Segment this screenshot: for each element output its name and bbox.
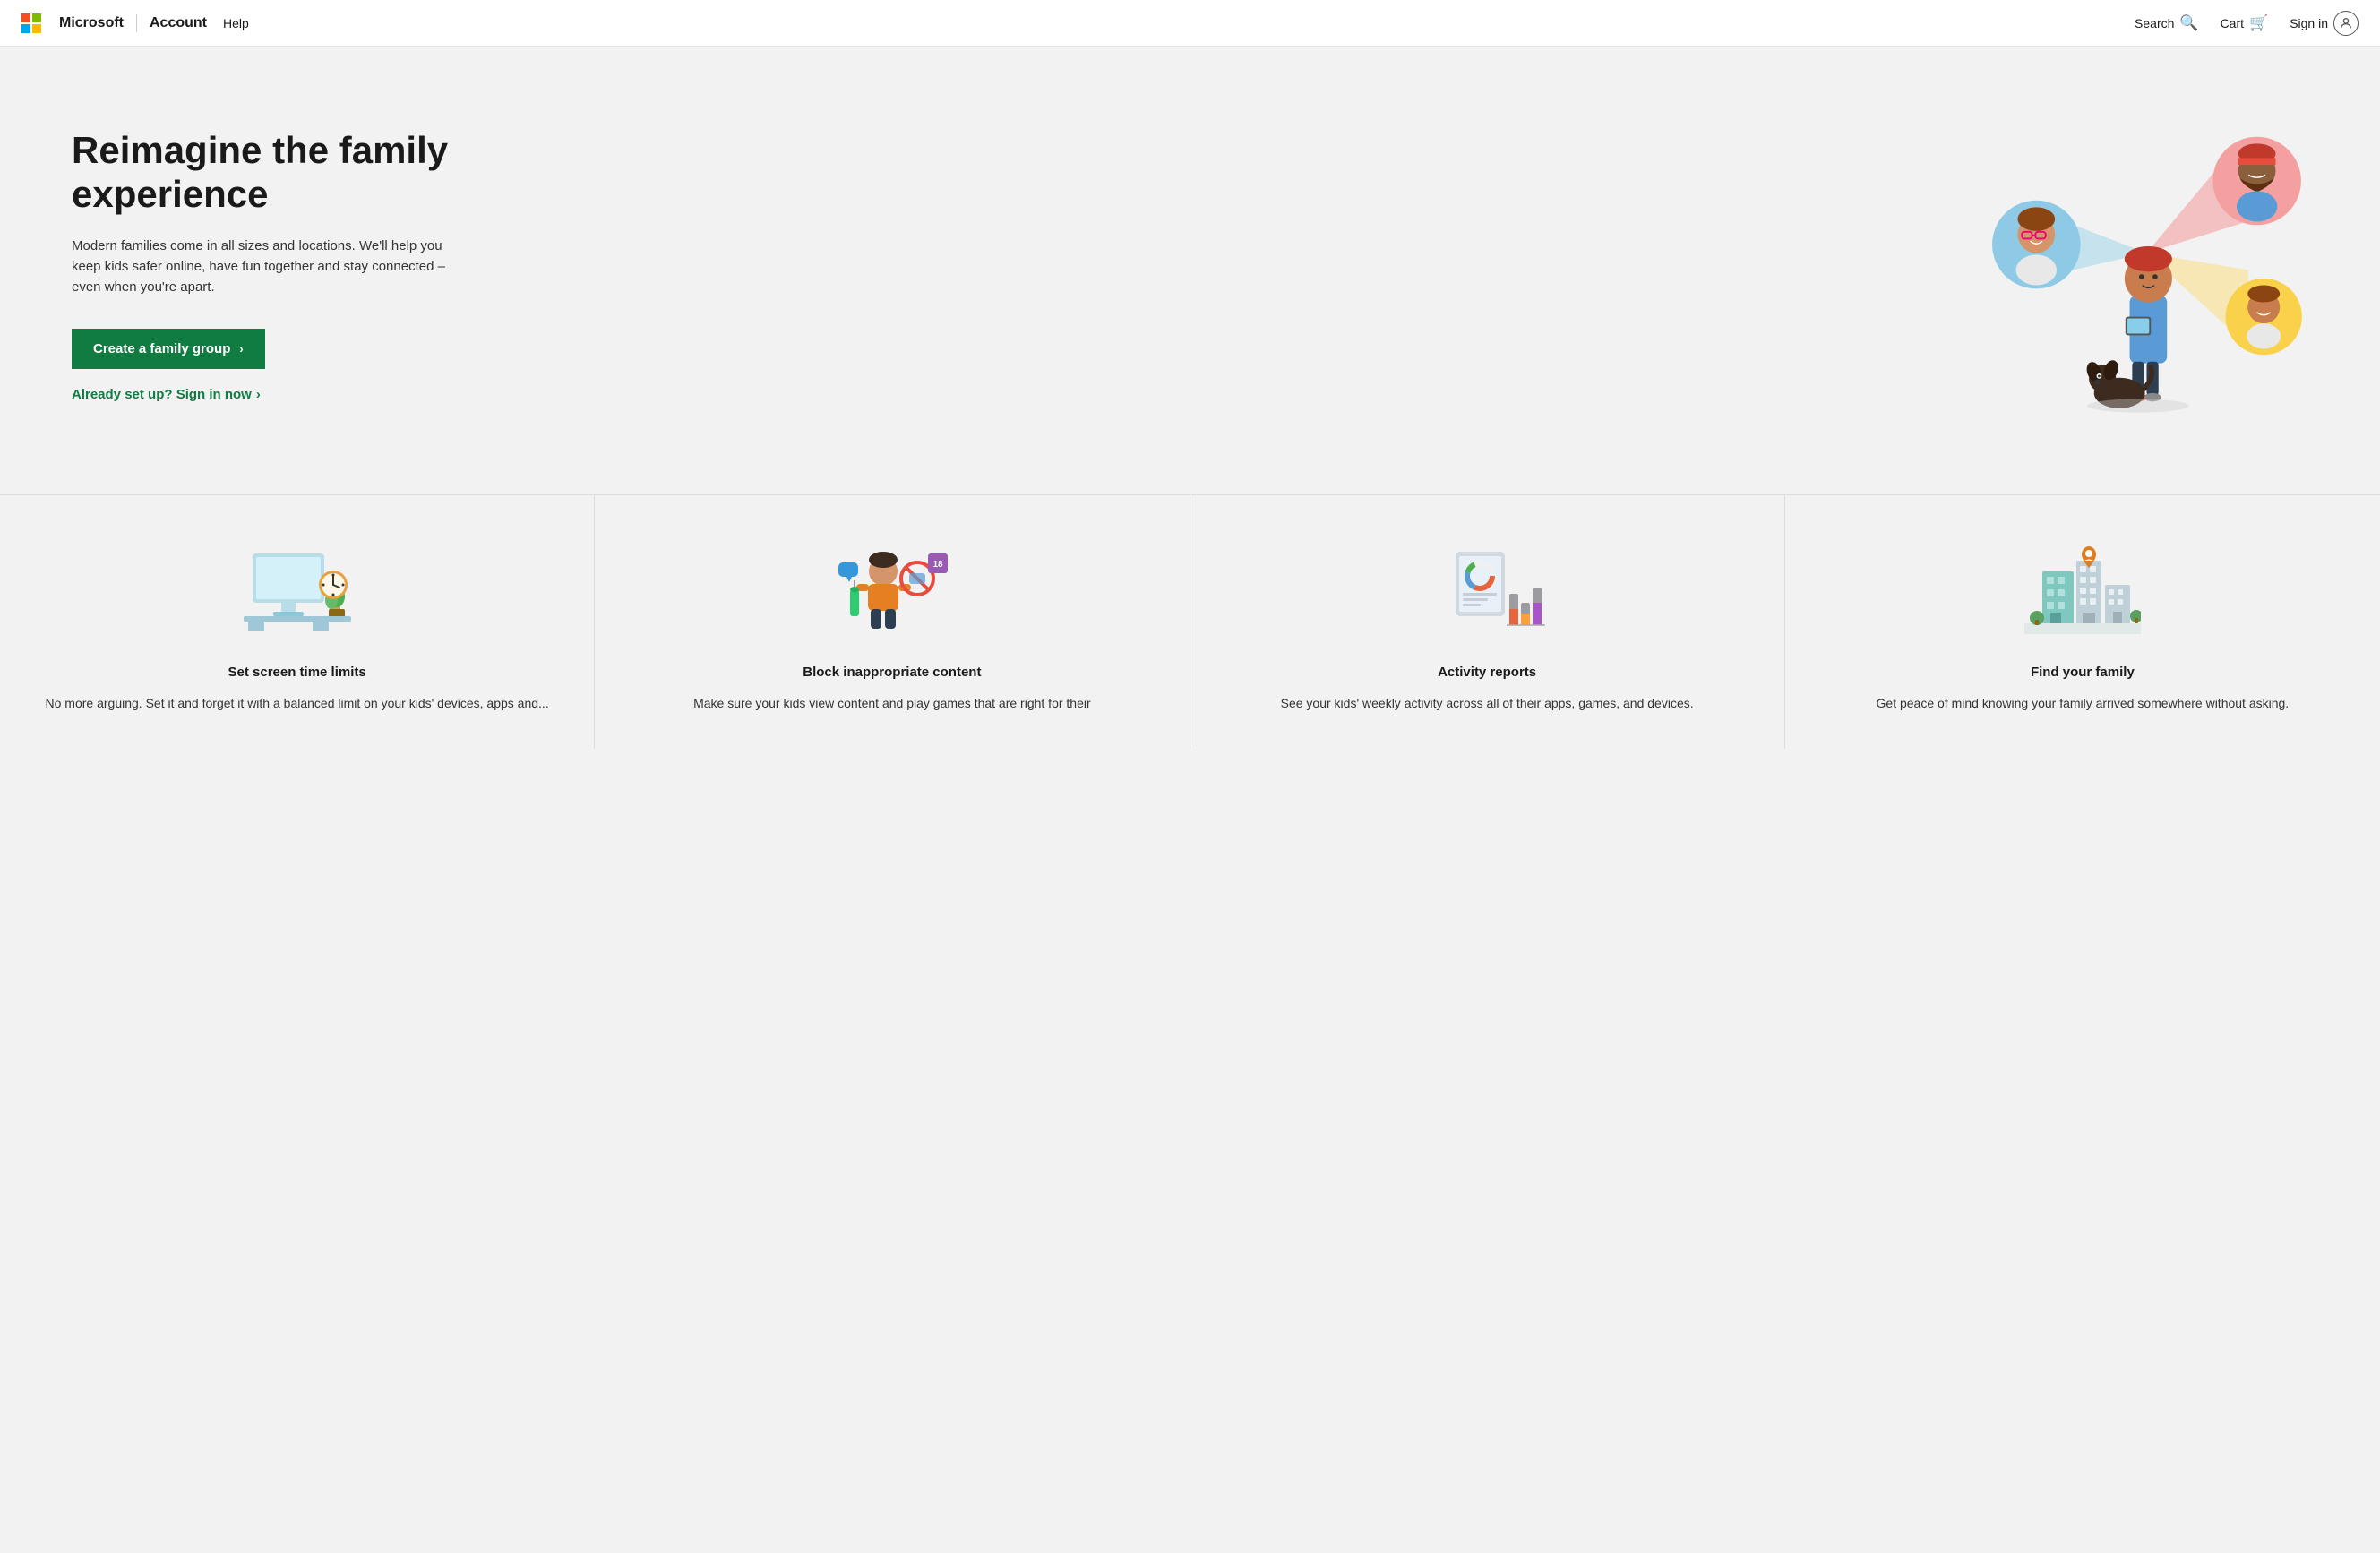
cart-label: Cart [2221, 16, 2244, 30]
chevron-right-icon: › [239, 342, 243, 356]
hero-title: Reimagine the family experience [72, 129, 537, 216]
hero-illustration [1968, 100, 2308, 423]
hero-section: Reimagine the family experience Modern f… [0, 47, 2380, 476]
already-setup-link[interactable]: Already set up? Sign in now › [72, 387, 261, 402]
feature-screen-time-desc: No more arguing. Set it and forget it wi… [29, 694, 565, 714]
cart-icon: 🛒 [2249, 14, 2268, 32]
signin-label: Sign in [2290, 16, 2328, 30]
hero-description: Modern families come in all sizes and lo… [72, 236, 448, 298]
signin-button[interactable]: Sign in [2290, 11, 2359, 36]
search-label: Search [2135, 16, 2174, 30]
block-content-icon: 18 [623, 540, 1160, 639]
feature-block-content-desc: Make sure your kids view content and pla… [623, 694, 1160, 714]
create-family-button[interactable]: Create a family group › [72, 329, 265, 369]
search-icon: 🔍 [2179, 14, 2198, 32]
nav-help[interactable]: Help [223, 16, 249, 30]
activity-reports-icon [1219, 540, 1756, 639]
find-family-icon [1814, 540, 2351, 639]
microsoft-logo[interactable] [21, 13, 41, 33]
svg-text:18: 18 [932, 560, 943, 570]
user-avatar-icon [2333, 11, 2359, 36]
screen-time-icon [29, 540, 565, 639]
feature-block-content: 18 Block inappropriate content Make sure… [595, 495, 1190, 749]
hero-content: Reimagine the family experience Modern f… [72, 129, 537, 402]
brand-name: Microsoft [59, 15, 124, 31]
search-button[interactable]: Search 🔍 [2135, 14, 2199, 32]
header-right: Search 🔍 Cart 🛒 Sign in [2135, 11, 2359, 36]
already-setup-label: Already set up? Sign in now [72, 387, 252, 402]
header-left: Microsoft Account Help [21, 13, 249, 33]
feature-activity-reports-title: Activity reports [1219, 664, 1756, 682]
feature-activity-reports: Activity reports See your kids' weekly a… [1190, 495, 1785, 749]
nav-account[interactable]: Account [150, 15, 207, 31]
feature-screen-time: Set screen time limits No more arguing. … [0, 495, 595, 749]
chevron-right-icon2: › [256, 387, 261, 402]
feature-find-family-title: Find your family [1814, 664, 2351, 682]
create-family-label: Create a family group [93, 341, 230, 356]
cart-button[interactable]: Cart 🛒 [2221, 14, 2269, 32]
feature-activity-reports-desc: See your kids' weekly activity across al… [1219, 694, 1756, 714]
site-header: Microsoft Account Help Search 🔍 Cart 🛒 S… [0, 0, 2380, 47]
features-section: Set screen time limits No more arguing. … [0, 494, 2380, 749]
feature-block-content-title: Block inappropriate content [623, 664, 1160, 682]
feature-screen-time-title: Set screen time limits [29, 664, 565, 682]
feature-find-family: Find your family Get peace of mind knowi… [1785, 495, 2380, 749]
feature-find-family-desc: Get peace of mind knowing your family ar… [1814, 694, 2351, 714]
header-divider [136, 14, 137, 32]
